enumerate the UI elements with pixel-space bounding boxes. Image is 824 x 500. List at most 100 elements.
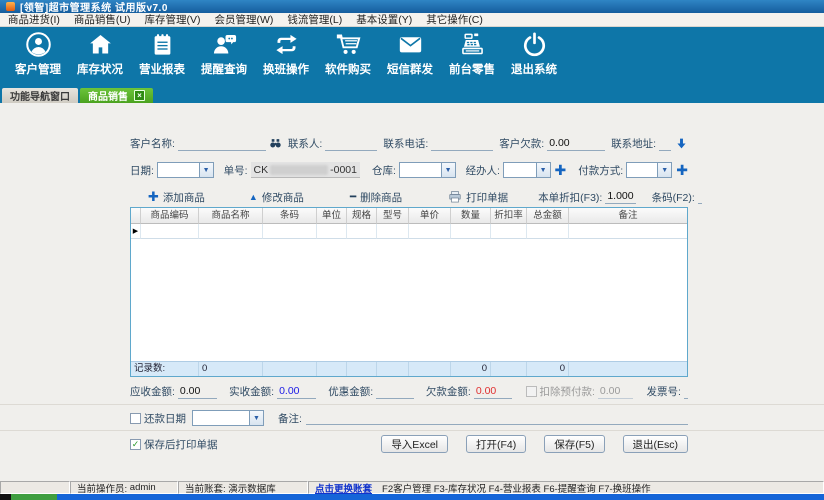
invoice-input[interactable]	[684, 385, 688, 399]
col-product-code[interactable]: 商品编码	[141, 208, 199, 224]
chevron-down-icon[interactable]: ▼	[536, 163, 550, 177]
add-product-label: 添加商品	[163, 190, 205, 205]
chevron-down-icon[interactable]: ▼	[249, 411, 263, 425]
toolbar-exit-system[interactable]: 退出系统	[504, 31, 564, 77]
toolbar-inventory-status[interactable]: 库存状况	[70, 31, 130, 77]
tab-strip: 功能导航窗口 商品销售 ×	[0, 87, 824, 103]
grid-header-row: 商品编码 商品名称 条码 单位 规格 型号 单价 数量 折扣率 总金额 备注	[131, 208, 687, 224]
repay-date-checkbox[interactable]	[130, 413, 141, 424]
payment-select[interactable]: ▼	[626, 162, 672, 178]
warehouse-select[interactable]: ▼	[399, 162, 456, 178]
customer-name-label: 客户名称:	[130, 136, 175, 151]
binoculars-icon[interactable]	[269, 138, 282, 150]
grid-empty-row[interactable]: ▶	[131, 224, 687, 239]
col-unit[interactable]: 单位	[317, 208, 347, 224]
grid-body-empty-area[interactable]	[131, 239, 687, 361]
menu-item-settings[interactable]: 基本设置(Y)	[356, 12, 412, 27]
toolbar-label: 软件购买	[325, 61, 371, 77]
menu-item-inventory[interactable]: 库存管理(V)	[145, 12, 201, 27]
delete-product-button[interactable]: ━删除商品	[350, 190, 402, 205]
open-button[interactable]: 打开(F4)	[466, 435, 526, 453]
col-remark[interactable]: 备注	[569, 208, 687, 224]
grid-actions-row: ✚添加商品 ▲修改商品 ━删除商品 打印单据 本单折扣(F3): 1.000 条…	[130, 189, 688, 205]
chevron-down-icon[interactable]: ▼	[657, 163, 671, 177]
status-empty-cell	[0, 481, 70, 494]
handler-select[interactable]: ▼	[503, 162, 551, 178]
print-receipt-button[interactable]: 打印单据	[448, 190, 508, 205]
menu-item-other[interactable]: 其它操作(C)	[426, 12, 483, 27]
taskbar-sliver[interactable]	[0, 494, 824, 500]
expand-down-arrow-icon[interactable]	[675, 137, 688, 151]
handler-label: 经办人:	[466, 163, 500, 178]
col-quantity[interactable]: 数量	[451, 208, 491, 224]
app-window: [领智]超市管理系统 试用版v7.0 商品进货(I) 商品销售(U) 库存管理(…	[0, 0, 824, 500]
document-info-row: 日期: ▼ 单号: CK-0001 仓库: ▼ 经办人: ▼ ✚ 付款方式: ▼…	[130, 162, 688, 178]
app-icon	[6, 2, 15, 11]
contact-label: 联系人:	[288, 136, 322, 151]
warehouse-label: 仓库:	[372, 163, 396, 178]
received-input[interactable]: 0.00	[277, 385, 316, 399]
status-account: 当前账套: 演示数据库	[178, 481, 308, 494]
coupon-label: 优惠金额:	[328, 384, 373, 399]
add-payment-button[interactable]: ✚	[676, 164, 688, 176]
chevron-down-icon[interactable]: ▼	[199, 163, 213, 177]
col-total-amount[interactable]: 总金额	[527, 208, 569, 224]
repay-date-select[interactable]: ▼	[192, 410, 264, 426]
toolbar-shift-change[interactable]: 换班操作	[256, 31, 316, 77]
toolbar-front-desk-retail[interactable]: 前台零售	[442, 31, 502, 77]
barcode-input[interactable]	[698, 190, 702, 204]
quantity-total: 0	[451, 362, 491, 376]
plus-icon: ✚	[148, 189, 159, 205]
phone-input[interactable]	[431, 137, 493, 151]
menu-item-cashflow[interactable]: 钱流管理(L)	[287, 12, 342, 27]
contact-input[interactable]	[325, 137, 377, 151]
chevron-down-icon[interactable]: ▼	[441, 163, 455, 177]
col-unit-price[interactable]: 单价	[409, 208, 451, 224]
menu-item-sales[interactable]: 商品销售(U)	[74, 12, 131, 27]
receivable-value: 0.00	[178, 385, 217, 399]
account-value: 演示数据库	[228, 481, 276, 495]
save-button[interactable]: 保存(F5)	[544, 435, 604, 453]
grid-footer-row: 记录数: 0 0 0	[131, 361, 687, 376]
reminder-icon	[211, 31, 238, 58]
tab-goods-sales[interactable]: 商品销售 ×	[80, 88, 153, 103]
discount-input[interactable]: 1.000	[605, 190, 635, 204]
date-select[interactable]: ▼	[157, 162, 214, 178]
menu-item-members[interactable]: 会员管理(W)	[215, 12, 274, 27]
switch-account-link[interactable]: 点击更换账套	[315, 481, 372, 495]
print-after-save-checkbox[interactable]: ✓	[130, 439, 141, 450]
edit-product-button[interactable]: ▲修改商品	[249, 190, 304, 205]
toolbar-reminder-query[interactable]: 提醒查询	[194, 31, 254, 77]
toolbar-label: 短信群发	[387, 61, 433, 77]
deduct-prepay-checkbox[interactable]	[526, 386, 537, 397]
add-handler-button[interactable]: ✚	[555, 164, 567, 176]
report-icon	[149, 31, 176, 58]
tab-nav-window[interactable]: 功能导航窗口	[2, 88, 78, 103]
close-icon[interactable]: ×	[134, 90, 145, 101]
add-product-button[interactable]: ✚ 添加商品	[148, 189, 205, 205]
col-model[interactable]: 型号	[377, 208, 409, 224]
toolbar-business-report[interactable]: 营业报表	[132, 31, 192, 77]
power-icon	[521, 31, 548, 58]
col-discount-rate[interactable]: 折扣率	[491, 208, 527, 224]
note-input[interactable]	[306, 411, 688, 425]
coupon-input[interactable]	[376, 385, 414, 399]
import-excel-button[interactable]: 导入Excel	[381, 435, 448, 453]
customer-name-input[interactable]	[178, 137, 266, 151]
register-icon	[459, 31, 486, 58]
receivable-label: 应收金额:	[130, 384, 175, 399]
col-product-name[interactable]: 商品名称	[199, 208, 263, 224]
menu-item-purchase[interactable]: 商品进货(I)	[8, 12, 60, 27]
col-spec[interactable]: 规格	[347, 208, 377, 224]
toolbar-customer-management[interactable]: 客户管理	[8, 31, 68, 77]
grid-corner	[131, 208, 141, 224]
toolbar-sms-broadcast[interactable]: 短信群发	[380, 31, 440, 77]
record-count-value: 0	[199, 362, 263, 376]
status-bar: 当前操作员: admin 当前账套: 演示数据库 点击更换账套 F2客户管理 F…	[0, 481, 824, 494]
col-barcode[interactable]: 条码	[263, 208, 317, 224]
record-count-label: 记录数:	[131, 362, 199, 376]
exit-button[interactable]: 退出(Esc)	[623, 435, 689, 453]
toolbar-software-purchase[interactable]: 软件购买	[318, 31, 378, 77]
address-input[interactable]	[659, 137, 671, 151]
customer-debt-value: 0.00	[547, 137, 605, 151]
